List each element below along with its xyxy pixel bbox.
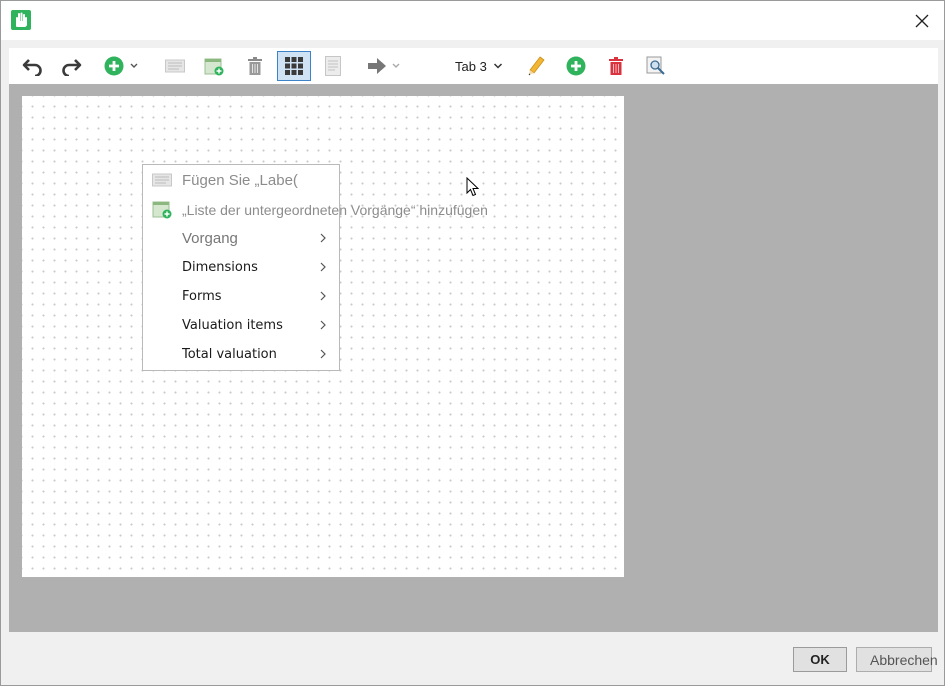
ok-button[interactable]: OK xyxy=(793,647,847,672)
menu-item-total-valuation[interactable]: Total valuation xyxy=(143,340,339,369)
arrow-right-icon xyxy=(368,58,386,74)
preview-button[interactable] xyxy=(639,51,673,81)
menu-item-label: Total valuation xyxy=(182,347,277,362)
cancel-button[interactable]: Abbrechen xyxy=(856,647,938,672)
label-icon xyxy=(152,173,172,187)
close-button[interactable] xyxy=(900,1,944,40)
delete-button[interactable] xyxy=(238,51,272,81)
chevron-right-icon xyxy=(320,291,326,301)
chevron-down-icon xyxy=(493,63,502,69)
menu-item-label: Fügen Sie „Labe( xyxy=(182,172,298,189)
edit-tab-button[interactable] xyxy=(519,51,553,81)
chevron-right-icon xyxy=(320,349,326,359)
toolbar: Tab 3 xyxy=(9,48,938,84)
trash-red-icon xyxy=(609,57,623,75)
redo-button[interactable] xyxy=(54,51,88,81)
grid-toggle-button[interactable] xyxy=(277,51,311,81)
menu-item-label: „Liste der untergeordneten Vorgänge“ hin… xyxy=(182,201,488,218)
tab-select[interactable]: Tab 3 xyxy=(455,54,503,78)
add-tab-button[interactable] xyxy=(559,51,593,81)
chevron-down-icon xyxy=(392,63,400,68)
menu-item-dimensions[interactable]: Dimensions xyxy=(143,253,339,282)
chevron-right-icon xyxy=(320,233,326,243)
menu-item-add-subtask-list[interactable]: „Liste der untergeordneten Vorgänge“ hin… xyxy=(143,195,488,224)
add-label-button[interactable] xyxy=(158,51,192,81)
preview-icon xyxy=(646,56,665,75)
calendar-add-icon xyxy=(204,58,224,76)
chevron-right-icon xyxy=(320,262,326,272)
page-icon xyxy=(325,56,341,76)
context-menu: Fügen Sie „Labe( „Liste der untergeordne… xyxy=(142,164,488,371)
delete-tab-button[interactable] xyxy=(599,51,633,81)
add-green-icon xyxy=(104,56,123,76)
trash-icon xyxy=(248,57,262,75)
calendar-add-icon xyxy=(152,201,172,219)
undo-icon xyxy=(22,59,42,76)
chevron-right-icon xyxy=(320,320,326,330)
move-dropdown-button[interactable] xyxy=(362,51,406,81)
menu-item-label: Dimensions xyxy=(182,260,258,275)
page-button[interactable] xyxy=(316,51,350,81)
chevron-down-icon xyxy=(130,63,137,68)
tab-select-value: Tab 3 xyxy=(455,58,487,74)
menu-item-label: Vorgang xyxy=(182,230,238,247)
pencil-icon xyxy=(528,56,545,76)
undo-button[interactable] xyxy=(16,51,50,81)
menu-item-label: Valuation items xyxy=(182,318,283,333)
menu-item-vorgang[interactable]: Vorgang xyxy=(143,224,339,253)
grid-icon xyxy=(285,57,303,75)
add-dropdown-button[interactable] xyxy=(99,51,143,81)
redo-icon xyxy=(62,59,82,76)
menu-item-add-label[interactable]: Fügen Sie „Labe( xyxy=(143,166,339,195)
menu-item-valuation-items[interactable]: Valuation items xyxy=(143,311,339,340)
menu-item-forms[interactable]: Forms xyxy=(143,282,339,311)
menu-item-label: Forms xyxy=(182,289,222,304)
add-subtask-list-button[interactable] xyxy=(197,51,231,81)
label-icon xyxy=(165,59,185,73)
title-bar xyxy=(1,1,944,40)
close-icon xyxy=(915,14,929,27)
app-hand-icon xyxy=(11,10,31,30)
mouse-cursor-icon xyxy=(466,177,480,197)
add-green-icon xyxy=(566,56,586,76)
dialog-window: Tab 3 Fügen Sie „Labe(„Liste der unterg… xyxy=(0,0,945,686)
